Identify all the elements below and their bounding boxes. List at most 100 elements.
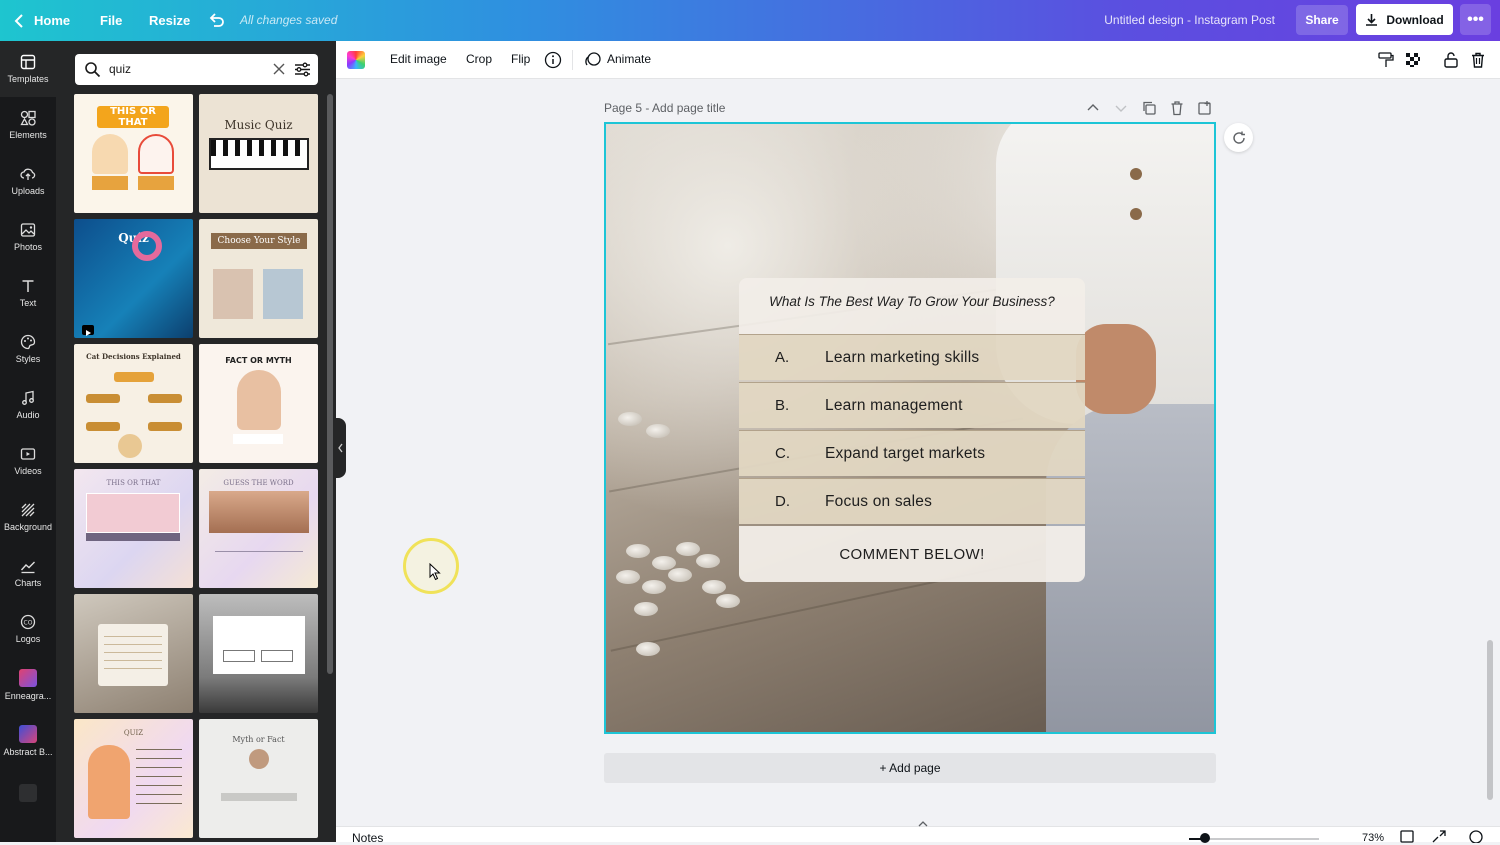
collapse-panel-tab[interactable] — [336, 418, 346, 478]
rail-charts[interactable]: Charts — [0, 545, 56, 601]
flow-box — [86, 422, 120, 431]
app-thumb-icon — [19, 669, 37, 687]
coin — [716, 594, 740, 608]
undo-icon[interactable] — [208, 12, 226, 30]
add-page-icon[interactable] — [1197, 100, 1213, 116]
context-toolbar: Edit image Crop Flip Animate — [336, 41, 1500, 79]
quiz-card[interactable]: What Is The Best Way To Grow Your Busine… — [739, 278, 1085, 582]
music-note-icon — [22, 390, 34, 405]
notes-button[interactable]: Notes — [352, 831, 383, 845]
rail-templates[interactable]: Templates — [0, 41, 56, 97]
help-icon[interactable] — [1469, 830, 1483, 843]
more-apps-icon[interactable] — [19, 784, 37, 802]
quiz-footer[interactable]: COMMENT BELOW! — [739, 546, 1085, 563]
canvas-scrollbar[interactable] — [1486, 80, 1494, 820]
option-text: Focus on sales — [825, 493, 933, 510]
chevron-up-icon[interactable] — [914, 819, 932, 829]
template-card[interactable]: Quiz — [74, 219, 193, 338]
template-card[interactable]: THIS OR THAT — [74, 469, 193, 588]
zoom-level[interactable]: 73% — [1362, 832, 1384, 844]
file-menu[interactable]: File — [100, 0, 122, 41]
rail-audio[interactable]: Audio — [0, 377, 56, 433]
rail-enneagram[interactable]: Enneagra... — [0, 657, 56, 713]
quiz-lines — [104, 636, 162, 676]
rail-styles[interactable]: Styles — [0, 321, 56, 377]
option-text: Expand target markets — [825, 445, 986, 462]
shapes-icon — [20, 110, 36, 126]
template-card[interactable]: FACT OR MYTH — [199, 344, 318, 463]
rail-abstract[interactable]: Abstract B... — [0, 713, 56, 769]
coin — [668, 568, 692, 582]
flip-button[interactable]: Flip — [511, 52, 530, 66]
rotate-button[interactable] — [1224, 123, 1253, 152]
rail-label: Uploads — [11, 186, 45, 196]
search-box[interactable]: quiz — [75, 54, 318, 85]
rail-background[interactable]: Background — [0, 489, 56, 545]
home-button[interactable]: Home — [14, 0, 70, 41]
search-input[interactable]: quiz — [109, 62, 131, 76]
close-icon[interactable] — [271, 61, 287, 77]
template-title: Cat Decisions Explained — [86, 352, 181, 361]
quiz-question[interactable]: What Is The Best Way To Grow Your Busine… — [759, 294, 1065, 309]
chevron-left-icon — [14, 13, 23, 28]
rail-label: Abstract B... — [3, 747, 53, 757]
design-page[interactable]: What Is The Best Way To Grow Your Busine… — [604, 122, 1216, 734]
template-title: GUESS THE WORD — [223, 479, 294, 487]
quiz-option-c[interactable]: C. Expand target markets — [739, 430, 1085, 476]
duplicate-page-icon[interactable] — [1141, 100, 1157, 116]
rail-uploads[interactable]: Uploads — [0, 153, 56, 209]
filter-icon[interactable] — [294, 61, 311, 78]
panel-scrollbar[interactable] — [327, 94, 333, 674]
template-card[interactable]: Music Quiz — [199, 94, 318, 213]
rail-videos[interactable]: Videos — [0, 433, 56, 489]
page-title[interactable]: Page 5 - Add page title — [604, 101, 725, 115]
template-card[interactable]: Myth or Fact — [199, 719, 318, 838]
edit-image-button[interactable]: Edit image — [390, 52, 447, 66]
coin — [626, 544, 650, 558]
more-options-button[interactable]: ••• — [1460, 4, 1491, 35]
template-card[interactable]: GUESS THE WORD — [199, 469, 318, 588]
rail-label: Videos — [14, 466, 42, 476]
template-title: THIS OR THAT — [97, 106, 169, 128]
template-card[interactable] — [74, 594, 193, 713]
crop-button[interactable]: Crop — [466, 52, 492, 66]
quiz-option-a[interactable]: A. Learn marketing skills — [739, 334, 1085, 380]
share-button[interactable]: Share — [1296, 5, 1348, 35]
fullscreen-icon[interactable] — [1432, 830, 1446, 843]
template-card[interactable]: Choose Your Style — [199, 219, 318, 338]
lock-icon[interactable] — [1442, 51, 1460, 69]
rail-photos[interactable]: Photos — [0, 209, 56, 265]
animate-button[interactable]: Animate — [607, 52, 651, 66]
paint-roller-icon[interactable] — [1377, 51, 1395, 69]
delete-page-icon[interactable] — [1169, 100, 1185, 116]
quiz-option-b[interactable]: B. Learn management — [739, 382, 1085, 428]
rail-logos[interactable]: CO Logos — [0, 601, 56, 657]
scrollbar-thumb[interactable] — [1487, 640, 1493, 800]
download-button[interactable]: Download — [1356, 4, 1453, 35]
rail-label: Logos — [15, 634, 41, 644]
quiz-option-d[interactable]: D. Focus on sales — [739, 478, 1085, 524]
play-icon — [82, 325, 94, 336]
info-icon[interactable] — [544, 51, 562, 69]
rail-text[interactable]: Text — [0, 265, 56, 321]
add-page-label: + Add page — [879, 761, 941, 775]
transparency-icon[interactable] — [1404, 51, 1422, 69]
template-card[interactable] — [199, 594, 318, 713]
add-page-button[interactable]: + Add page — [604, 753, 1216, 783]
color-picker-icon[interactable] — [347, 51, 365, 69]
resize-button[interactable]: Resize — [149, 0, 190, 41]
pages-icon[interactable] — [1400, 830, 1414, 843]
template-card[interactable]: QUIZ — [74, 719, 193, 838]
chevron-down-icon[interactable] — [1113, 100, 1129, 116]
trash-icon[interactable] — [1469, 51, 1487, 69]
coin — [634, 602, 658, 616]
search-icon — [85, 62, 101, 78]
chevron-up-icon[interactable] — [1085, 100, 1101, 116]
document-title[interactable]: Untitled design - Instagram Post — [1104, 13, 1275, 27]
image-icon — [20, 223, 36, 237]
template-card[interactable]: Cat Decisions Explained — [74, 344, 193, 463]
option-box — [223, 650, 255, 662]
template-card[interactable]: THIS OR THAT — [74, 94, 193, 213]
refresh-icon — [1232, 131, 1245, 144]
rail-elements[interactable]: Elements — [0, 97, 56, 153]
